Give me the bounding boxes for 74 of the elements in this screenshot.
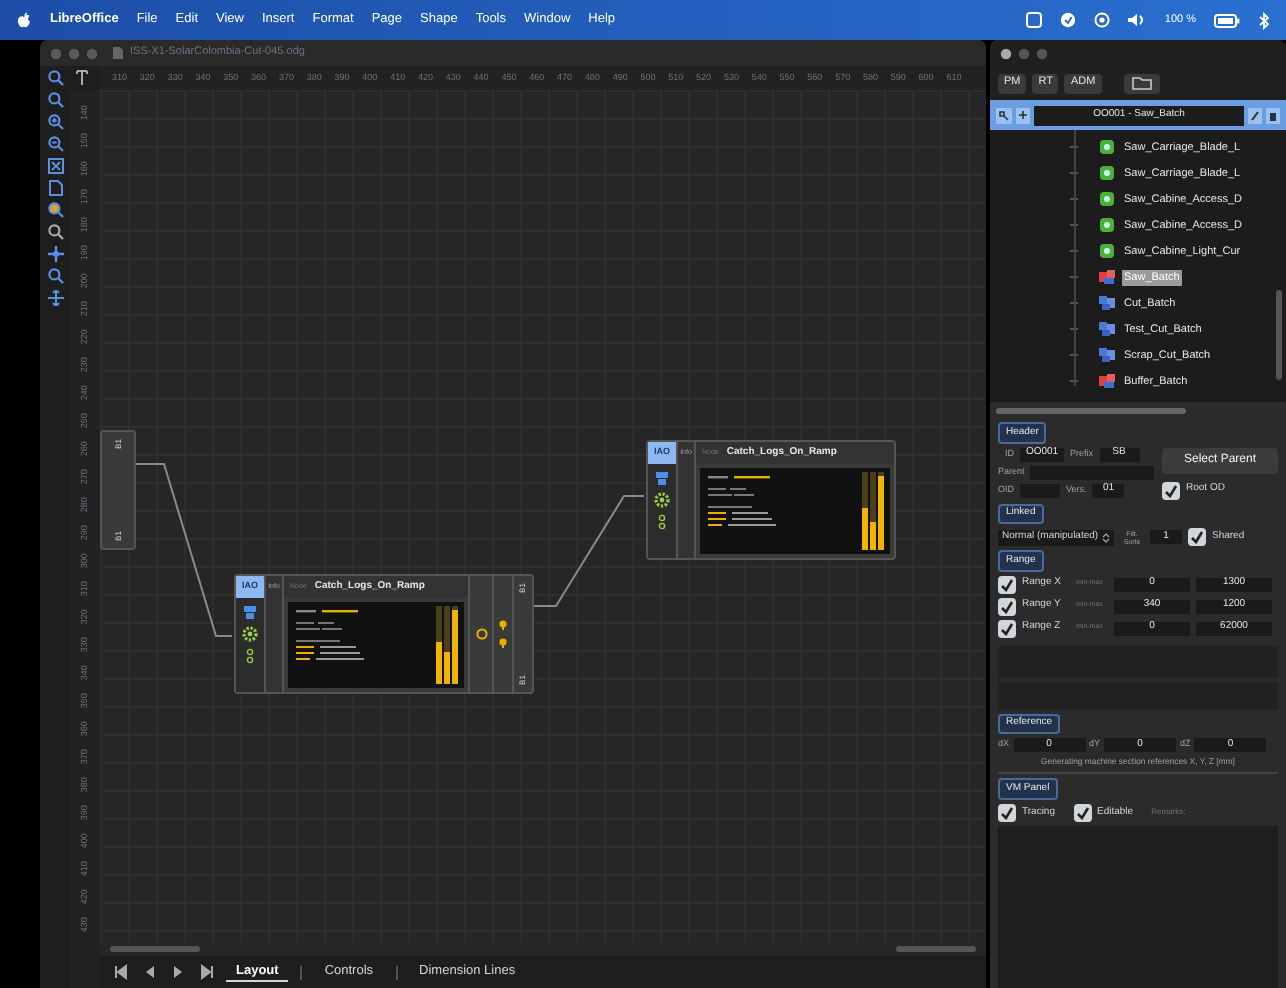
window-dot-icon bbox=[1018, 47, 1030, 59]
scrollbar-thumb[interactable] bbox=[1276, 290, 1282, 380]
text-cursor-icon bbox=[76, 70, 88, 86]
scrollbar-thumb[interactable] bbox=[996, 407, 1186, 413]
batch-icon bbox=[1098, 346, 1116, 365]
batch-icon bbox=[1098, 294, 1116, 313]
gear-icon bbox=[654, 492, 670, 508]
pencil-icon bbox=[1250, 109, 1260, 121]
check-icon bbox=[1000, 805, 1014, 820]
check-icon bbox=[1190, 530, 1204, 544]
status-dots-icon bbox=[246, 648, 254, 664]
node-icon bbox=[1098, 242, 1116, 261]
hierarchy-icon bbox=[998, 109, 1010, 121]
speaker-icon bbox=[1128, 12, 1147, 28]
batch-icon bbox=[1098, 320, 1116, 339]
node-icon bbox=[1098, 138, 1116, 157]
plus-icon bbox=[1018, 110, 1028, 120]
trash-icon bbox=[1268, 109, 1278, 121]
updown-icon bbox=[1102, 531, 1110, 543]
checkbox[interactable] bbox=[1073, 803, 1091, 822]
checkbox[interactable] bbox=[998, 575, 1016, 593]
ring-icon bbox=[475, 628, 487, 640]
checkbox[interactable] bbox=[998, 619, 1016, 637]
batch-icon bbox=[1098, 268, 1116, 287]
frame-icon bbox=[47, 158, 63, 174]
batch-icon bbox=[1098, 372, 1116, 391]
zoom-icon bbox=[47, 202, 63, 218]
move-icon bbox=[47, 290, 63, 306]
zoom-icon bbox=[47, 224, 63, 240]
edit-button[interactable] bbox=[1248, 107, 1262, 123]
target-icon bbox=[1094, 12, 1111, 28]
scrollbar-thumb[interactable] bbox=[110, 946, 200, 952]
node-icon bbox=[1098, 164, 1116, 183]
window-dot-icon bbox=[50, 47, 62, 59]
window-dot-icon bbox=[68, 47, 80, 59]
checkbox[interactable] bbox=[1188, 528, 1206, 546]
square-icon bbox=[1026, 12, 1043, 28]
checkbox[interactable] bbox=[998, 597, 1016, 615]
window-dot-icon bbox=[86, 47, 98, 59]
window-dot-icon bbox=[1000, 47, 1012, 59]
node-icon bbox=[1098, 190, 1116, 209]
folder-icon bbox=[1131, 76, 1152, 90]
pan-icon bbox=[47, 246, 63, 262]
previous-icon[interactable] bbox=[142, 964, 158, 980]
next-icon[interactable] bbox=[170, 964, 186, 980]
bluetooth-icon bbox=[1258, 11, 1270, 29]
document-icon bbox=[112, 46, 124, 60]
zoom-in-icon bbox=[47, 114, 63, 130]
window-dot-icon bbox=[1036, 47, 1048, 59]
checkbox[interactable] bbox=[998, 803, 1016, 822]
status-dots-icon bbox=[658, 514, 666, 530]
hierarchy-button[interactable] bbox=[996, 107, 1012, 123]
page-icon bbox=[47, 180, 63, 196]
scrollbar-thumb[interactable] bbox=[896, 946, 976, 952]
check-icon bbox=[1075, 805, 1089, 820]
connector-line bbox=[533, 495, 645, 607]
node-icon bbox=[1098, 216, 1116, 235]
open-folder-button[interactable] bbox=[1123, 73, 1160, 93]
delete-button[interactable] bbox=[1266, 107, 1280, 123]
zoom-out-icon bbox=[47, 136, 63, 152]
pin-icon bbox=[498, 638, 508, 648]
apple-icon bbox=[16, 11, 32, 29]
check-icon bbox=[1164, 483, 1178, 497]
last-page-icon[interactable] bbox=[198, 964, 214, 980]
battery-icon bbox=[1214, 13, 1240, 27]
checkbox[interactable] bbox=[1162, 481, 1180, 499]
zoom-icon bbox=[47, 268, 63, 284]
first-page-icon[interactable] bbox=[114, 964, 130, 980]
add-button[interactable] bbox=[1016, 107, 1030, 123]
zoom-icon bbox=[47, 92, 63, 108]
pin-icon bbox=[498, 620, 508, 630]
zoom-icon bbox=[48, 70, 64, 86]
circle-icon bbox=[1060, 12, 1077, 28]
gear-icon bbox=[242, 626, 258, 642]
